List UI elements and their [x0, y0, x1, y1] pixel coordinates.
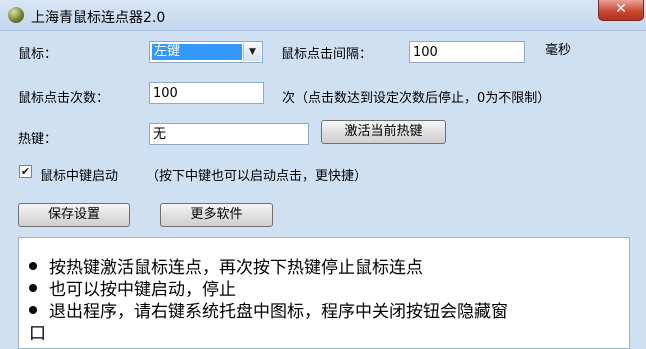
- middle-click-start-checkbox[interactable]: ✔: [19, 165, 32, 178]
- window-title: 上海青鼠标连点器2.0: [31, 10, 166, 26]
- info-panel: 按热键激活鼠标连点，再次按下热键停止鼠标连点 也可以按中键启动，停止 退出程序，…: [18, 237, 630, 349]
- more-software-button[interactable]: 更多软件: [160, 203, 273, 227]
- mouse-button-select[interactable]: 左键 ▼: [149, 41, 263, 63]
- save-settings-button[interactable]: 保存设置: [18, 203, 130, 227]
- info-line: 也可以按中键启动，停止: [29, 280, 236, 300]
- middle-click-start-label[interactable]: 鼠标中键启动: [40, 165, 118, 184]
- mouse-button-selected: 左键: [151, 43, 243, 61]
- main-panel: 鼠标： 左键 ▼ 鼠标点击间隔： 100 毫秒 鼠标点击次数： 100 次（点击…: [2, 31, 644, 349]
- click-count-label: 鼠标点击次数：: [18, 91, 110, 106]
- app-logo-icon: [8, 7, 24, 23]
- click-count-note: 次（点击数达到设定次数后停止，0为不限制）: [282, 91, 551, 106]
- info-line: 按热键激活鼠标连点，再次按下热键停止鼠标连点: [29, 258, 423, 278]
- hotkey-input[interactable]: 无: [149, 123, 309, 145]
- interval-label: 鼠标点击间隔：: [281, 47, 373, 62]
- bullet-icon: [29, 306, 37, 314]
- click-count-input[interactable]: 100: [149, 82, 264, 104]
- bullet-icon: [29, 262, 37, 270]
- title-bar: 上海青鼠标连点器2.0 ✕: [0, 0, 646, 31]
- interval-input[interactable]: 100: [409, 41, 525, 63]
- chevron-down-icon[interactable]: ▼: [243, 43, 261, 61]
- info-line: 退出程序，请右键系统托盘中图标，程序中关闭按钮会隐藏窗: [29, 302, 508, 322]
- activate-hotkey-button[interactable]: 激活当前热键: [321, 120, 446, 144]
- close-button[interactable]: ✕: [598, 0, 644, 21]
- hotkey-label: 热键：: [18, 132, 58, 147]
- mouse-button-label: 鼠标：: [18, 47, 58, 62]
- interval-unit: 毫秒: [545, 43, 572, 58]
- info-line-continuation: 口: [29, 324, 46, 344]
- bullet-icon: [29, 284, 37, 292]
- middle-click-start-note: （按下中键也可以启动点击，更快捷）: [146, 169, 368, 184]
